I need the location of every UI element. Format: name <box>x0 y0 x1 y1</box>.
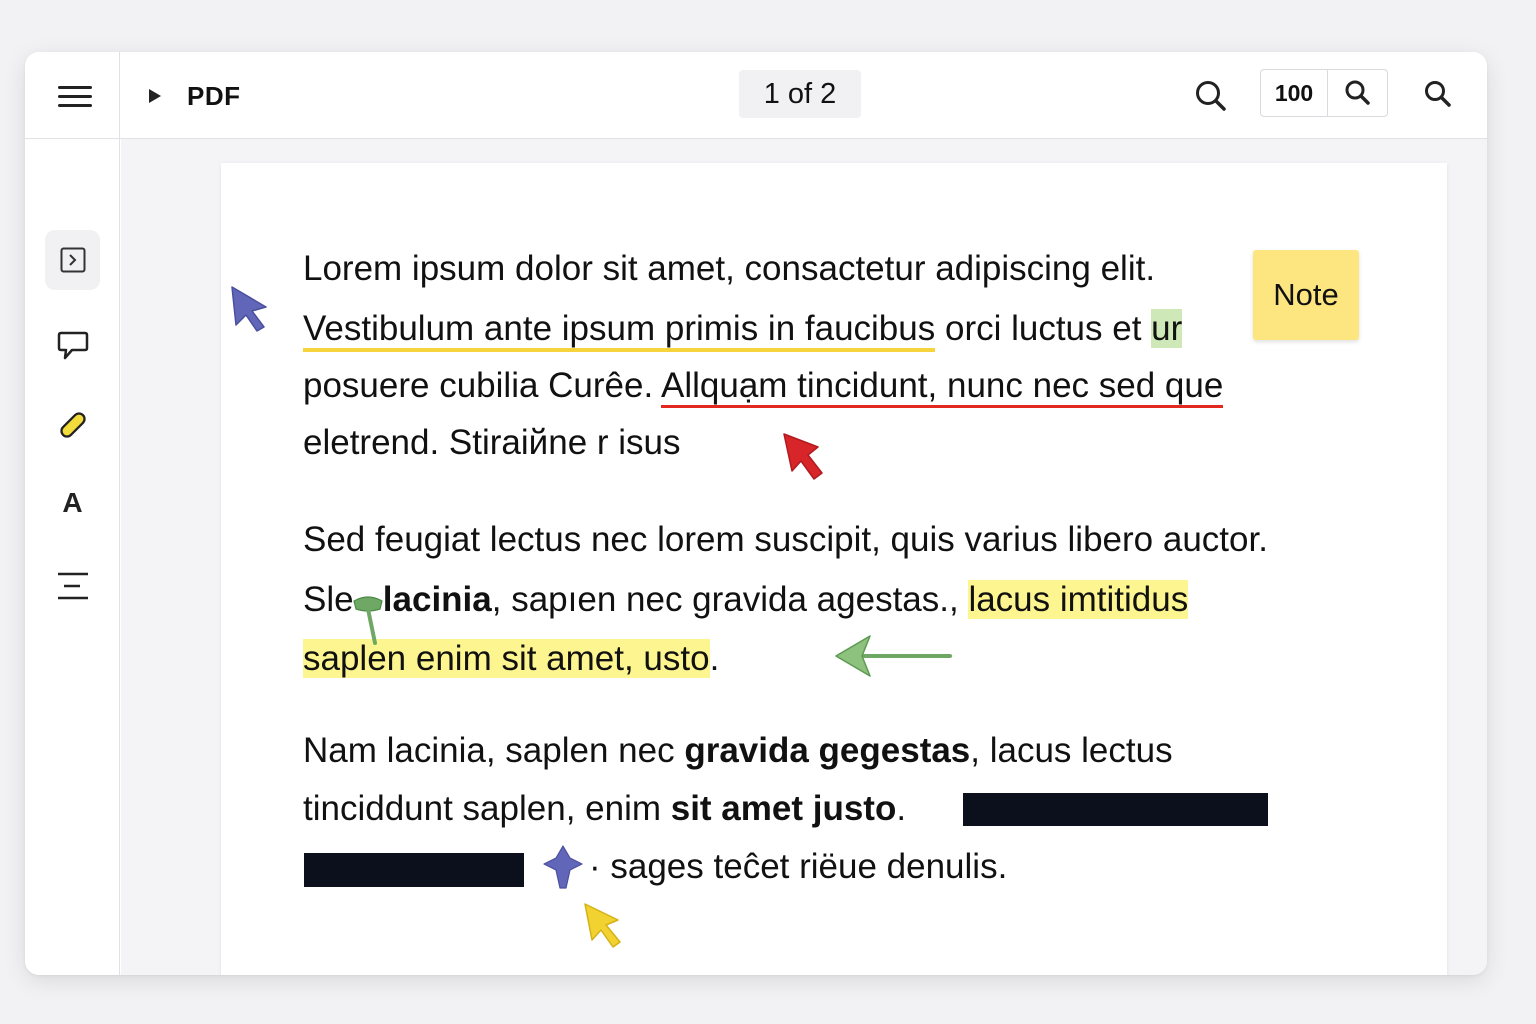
blue-cursor-icon <box>231 286 267 332</box>
redaction-box[interactable] <box>963 793 1268 826</box>
bold-text: sit amet justo <box>670 789 897 828</box>
text-span: posuere cubilia Curêe. <box>303 366 661 405</box>
yellow-highlight-annotation[interactable]: lacus imtitidus <box>968 580 1189 619</box>
zoom-control <box>1260 69 1388 117</box>
hamburger-menu-icon[interactable] <box>55 80 95 112</box>
text-align-icon <box>57 572 88 600</box>
text-span: ur <box>1151 309 1183 348</box>
zoom-search-icon[interactable] <box>1328 70 1387 116</box>
toolbar: PDF 1 of 2 <box>25 52 1487 139</box>
find-icon[interactable] <box>1422 78 1456 112</box>
green-arrow-icon <box>835 635 952 677</box>
speech-bubble-icon <box>57 331 88 360</box>
text-line[interactable]: posuere cubilia Curêe. Allquạm tincidunt… <box>303 366 1224 408</box>
text-tool-label: A <box>62 487 83 518</box>
bold-text: lacinia <box>382 580 492 619</box>
text-span: . <box>709 639 720 678</box>
sidebar-item-highlight[interactable] <box>45 395 100 455</box>
text-line[interactable]: Sed feugiat lectus nec lorem suscipit, q… <box>303 520 1268 560</box>
search-icon[interactable] <box>1193 78 1229 114</box>
sidebar-item-align[interactable] <box>45 556 100 616</box>
page-indicator[interactable]: 1 of 2 <box>739 70 861 118</box>
zoom-level-input[interactable] <box>1261 70 1328 116</box>
text-line[interactable]: eletrend. Stiraiйne r isus <box>303 423 681 463</box>
yellow-underline-annotation[interactable]: Vestibulum ante ipsum primis in faucibus <box>303 309 936 352</box>
text-line[interactable]: Nam lacinia, saplen nec gravida gegestas… <box>303 731 1173 771</box>
bold-text: gravida gegestas <box>684 731 971 770</box>
pdf-document-toggle[interactable]: PDF <box>149 78 241 114</box>
red-underline-annotation[interactable]: Allquạm tincidunt, nunc nec sed que <box>661 366 1224 408</box>
sidebar-item-comment[interactable] <box>45 315 100 375</box>
text-span: , sapıen nec gravida agestas., <box>491 580 969 619</box>
sidebar-item-panel[interactable] <box>45 230 100 290</box>
highlighter-icon <box>59 412 86 438</box>
text-span: Nam lacinia, saplen nec <box>303 731 685 770</box>
text-line[interactable]: Vestibulum ante ipsum primis in faucibus… <box>303 309 1183 352</box>
tool-sidebar: A <box>25 139 120 975</box>
panel-toggle-icon <box>60 247 85 273</box>
red-cursor-icon <box>783 433 823 480</box>
yellow-cursor-icon <box>584 903 621 948</box>
toolbar-divider <box>119 52 120 139</box>
text-line[interactable]: tinciddunt saplen, enim sit amet justo. <box>303 789 906 829</box>
text-span: orci luctus et <box>935 309 1152 348</box>
menu-bar <box>58 86 92 89</box>
pdf-viewer-window: PDF 1 of 2 100 A <box>25 52 1487 975</box>
redaction-box[interactable] <box>304 853 524 887</box>
play-triangle-icon <box>149 89 161 103</box>
text-span: , lacus lectus <box>970 731 1173 770</box>
sticky-note[interactable]: Note <box>1253 250 1359 340</box>
menu-bar <box>58 95 92 98</box>
text-line[interactable]: Lorem ipsum dolor sit amet, consactetur … <box>303 249 1155 289</box>
green-pin-icon <box>353 596 383 645</box>
sidebar-item-text[interactable]: A <box>45 473 100 533</box>
text-line[interactable]: Slen lacinia, sapıen nec gravida agestas… <box>303 580 1189 620</box>
text-span: . <box>896 789 907 828</box>
blue-pin-icon <box>543 845 583 889</box>
text-span: tinciddunt saplen, enim <box>303 789 671 828</box>
text-line[interactable]: · sages teĉet riëue denulis. <box>589 847 1007 887</box>
document-title: PDF <box>187 80 241 111</box>
menu-bar <box>58 104 92 107</box>
